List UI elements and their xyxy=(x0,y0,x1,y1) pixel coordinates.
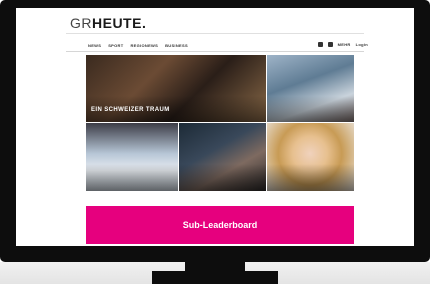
tile-shade xyxy=(266,95,354,123)
nav-divider xyxy=(66,51,364,52)
nav-item-regionews[interactable]: REGIONEWS xyxy=(130,43,158,48)
sub-leaderboard-banner[interactable]: Sub-Leaderboard xyxy=(86,206,354,244)
article-title: EIN SCHWEIZER TRAUM xyxy=(91,107,170,113)
nav-login[interactable]: Login xyxy=(356,42,368,47)
tile-shade xyxy=(178,163,266,191)
tile-shade xyxy=(86,163,178,191)
logo-part-2: HEUTE xyxy=(92,15,142,31)
nav-item-news[interactable]: NEWS xyxy=(88,43,101,48)
search-icon[interactable] xyxy=(327,42,333,47)
nav-item-business[interactable]: BUSINESS xyxy=(165,43,188,48)
facebook-icon[interactable] xyxy=(317,42,323,47)
nav-right: MEHR Login xyxy=(317,42,368,47)
tile-gap xyxy=(266,55,267,191)
header-divider xyxy=(66,33,364,34)
tile-gap xyxy=(86,122,354,123)
tile-shade xyxy=(266,163,354,191)
article-tile[interactable] xyxy=(86,123,178,191)
site-logo[interactable]: GRHEUTE. xyxy=(70,15,146,31)
logo-dot: . xyxy=(141,15,147,31)
tile-gap xyxy=(178,123,179,191)
banner-label: Sub-Leaderboard xyxy=(182,220,258,230)
article-tile[interactable] xyxy=(266,123,354,191)
main-nav: NEWS SPORT REGIONEWS BUSINESS xyxy=(88,43,188,48)
article-tile[interactable] xyxy=(266,55,354,123)
article-tile-feature[interactable]: EIN SCHWEIZER TRAUM xyxy=(86,55,266,123)
monitor-stand-base xyxy=(152,271,278,284)
logo-part-1: GR xyxy=(70,15,92,31)
article-tile[interactable] xyxy=(178,123,266,191)
nav-item-sport[interactable]: SPORT xyxy=(108,43,123,48)
nav-more[interactable]: MEHR xyxy=(338,42,351,47)
